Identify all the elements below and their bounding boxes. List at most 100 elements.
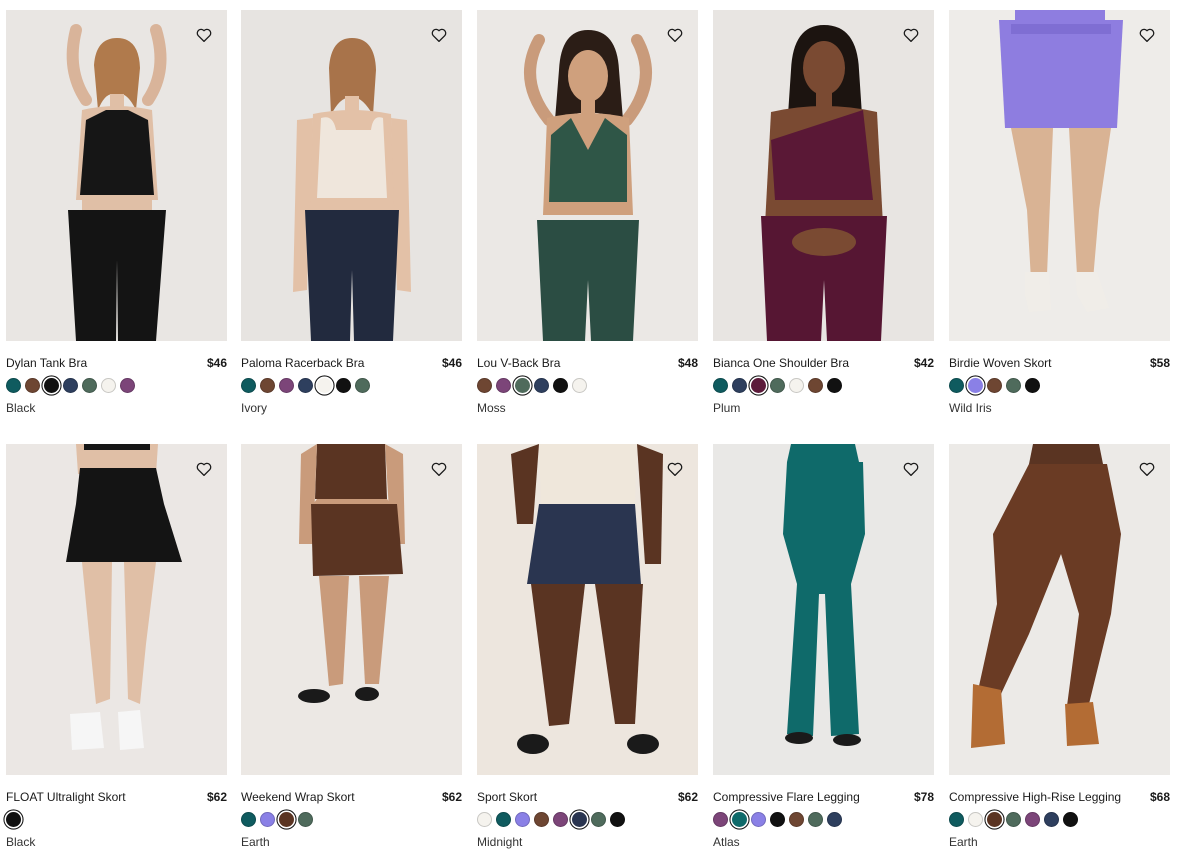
wishlist-heart-icon[interactable] [666,460,684,478]
wishlist-heart-icon[interactable] [902,460,920,478]
product-name[interactable]: Paloma Racerback Bra [241,356,364,370]
product-name[interactable]: FLOAT Ultralight Skort [6,790,126,804]
product-name[interactable]: Birdie Woven Skort [949,356,1052,370]
wishlist-heart-icon[interactable] [430,460,448,478]
color-swatch[interactable] [279,812,294,827]
wishlist-heart-icon[interactable] [1138,460,1156,478]
color-swatch[interactable] [732,812,747,827]
color-swatch[interactable] [336,378,351,393]
product-image[interactable] [6,444,227,775]
color-swatch[interactable] [751,812,766,827]
color-swatch[interactable] [515,378,530,393]
color-swatch[interactable] [477,812,492,827]
color-swatch[interactable] [82,378,97,393]
color-swatch[interactable] [120,378,135,393]
product-image[interactable] [241,10,462,341]
color-swatch[interactable] [63,378,78,393]
selected-color-name: Black [6,401,36,415]
color-swatch[interactable] [789,378,804,393]
wishlist-heart-icon[interactable] [430,26,448,44]
product-name[interactable]: Compressive Flare Legging [713,790,860,804]
product-card[interactable]: Bianca One Shoulder Bra $42 Plum [713,10,934,415]
color-swatch[interactable] [6,812,21,827]
product-card[interactable]: FLOAT Ultralight Skort $62 Black [6,444,227,849]
color-swatch[interactable] [713,812,728,827]
wishlist-heart-icon[interactable] [666,26,684,44]
color-swatch[interactable] [260,812,275,827]
color-swatch[interactable] [1006,378,1021,393]
color-swatch[interactable] [827,812,842,827]
color-swatch[interactable] [279,378,294,393]
product-image[interactable] [477,10,698,341]
product-name[interactable]: Bianca One Shoulder Bra [713,356,849,370]
product-card[interactable]: Sport Skort $62 Midnight [477,444,698,849]
product-image[interactable] [713,444,934,775]
color-swatch[interactable] [827,378,842,393]
product-card[interactable]: Weekend Wrap Skort $62 Earth [241,444,462,849]
wishlist-heart-icon[interactable] [195,26,213,44]
product-card[interactable]: Compressive High-Rise Legging $68 Earth [949,444,1170,849]
color-swatch[interactable] [770,812,785,827]
color-swatch[interactable] [987,812,1002,827]
color-swatch[interactable] [241,378,256,393]
color-swatch[interactable] [1025,812,1040,827]
product-card[interactable]: Compressive Flare Legging $78 Atlas [713,444,934,849]
color-swatch[interactable] [534,378,549,393]
product-image[interactable] [477,444,698,775]
color-swatch[interactable] [713,378,728,393]
color-swatch[interactable] [949,812,964,827]
color-swatch[interactable] [770,378,785,393]
color-swatch[interactable] [317,378,332,393]
wishlist-heart-icon[interactable] [195,460,213,478]
color-swatch[interactable] [610,812,625,827]
color-swatch[interactable] [553,378,568,393]
color-swatch[interactable] [968,378,983,393]
product-card[interactable]: Dylan Tank Bra $46 Black [6,10,227,415]
color-swatch[interactable] [6,378,21,393]
color-swatch[interactable] [477,378,492,393]
product-name[interactable]: Dylan Tank Bra [6,356,87,370]
color-swatch[interactable] [808,378,823,393]
color-swatch[interactable] [949,378,964,393]
product-name[interactable]: Compressive High-Rise Legging [949,790,1121,804]
wishlist-heart-icon[interactable] [902,26,920,44]
color-swatch[interactable] [808,812,823,827]
color-swatch[interactable] [496,378,511,393]
color-swatch[interactable] [260,378,275,393]
color-swatch[interactable] [789,812,804,827]
product-name[interactable]: Weekend Wrap Skort [241,790,355,804]
color-swatch[interactable] [553,812,568,827]
product-image[interactable] [241,444,462,775]
color-swatch[interactable] [355,378,370,393]
color-swatch[interactable] [534,812,549,827]
color-swatch[interactable] [987,378,1002,393]
color-swatch[interactable] [496,812,511,827]
product-name[interactable]: Lou V-Back Bra [477,356,560,370]
product-image[interactable] [949,10,1170,341]
product-card[interactable]: Lou V-Back Bra $48 Moss [477,10,698,415]
color-swatch[interactable] [101,378,116,393]
color-swatch[interactable] [1063,812,1078,827]
product-name[interactable]: Sport Skort [477,790,537,804]
wishlist-heart-icon[interactable] [1138,26,1156,44]
product-image[interactable] [949,444,1170,775]
color-swatch[interactable] [44,378,59,393]
color-swatch[interactable] [1025,378,1040,393]
color-swatch[interactable] [751,378,766,393]
color-swatch[interactable] [298,378,313,393]
color-swatch[interactable] [1006,812,1021,827]
product-image[interactable] [713,10,934,341]
color-swatch[interactable] [732,378,747,393]
product-image[interactable] [6,10,227,341]
color-swatch[interactable] [1044,812,1059,827]
color-swatch[interactable] [241,812,256,827]
color-swatch[interactable] [591,812,606,827]
color-swatch[interactable] [25,378,40,393]
color-swatch[interactable] [572,812,587,827]
color-swatch[interactable] [572,378,587,393]
color-swatch[interactable] [298,812,313,827]
color-swatch[interactable] [968,812,983,827]
product-card[interactable]: Paloma Racerback Bra $46 Ivory [241,10,462,415]
color-swatch[interactable] [515,812,530,827]
product-card[interactable]: Birdie Woven Skort $58 Wild Iris [949,10,1170,415]
